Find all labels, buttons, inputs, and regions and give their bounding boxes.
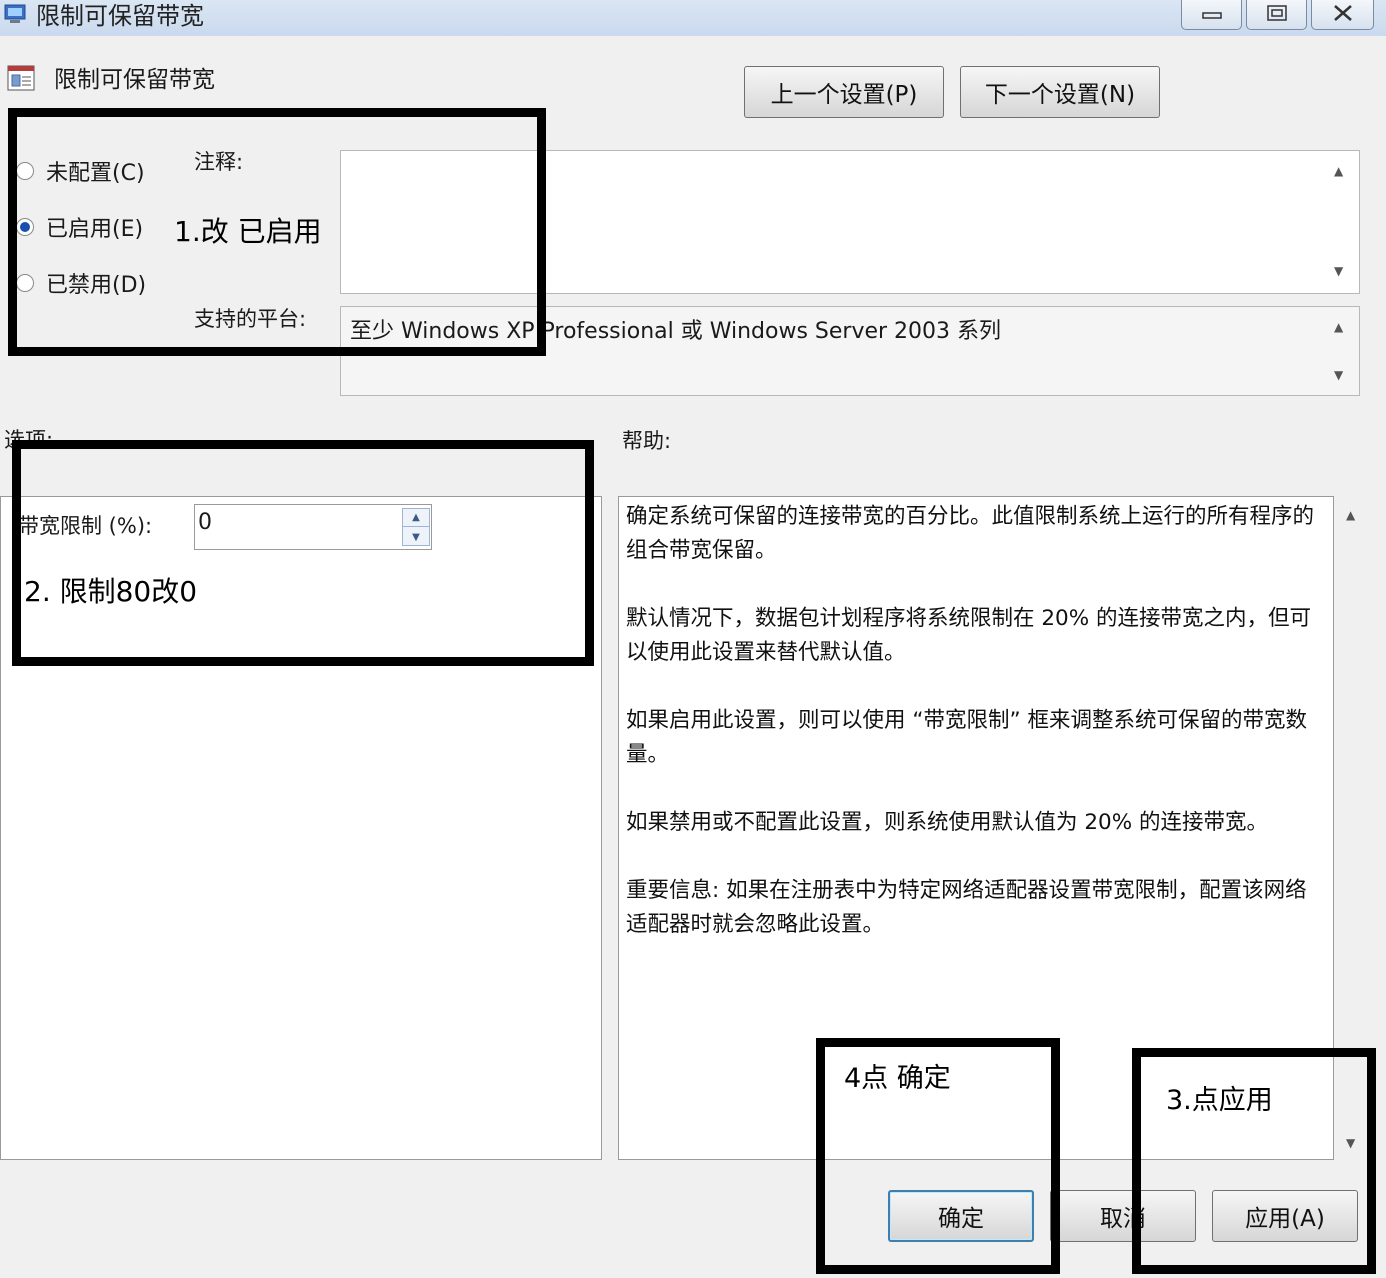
- app-icon: [2, 2, 28, 26]
- platform-scroll-down-icon[interactable]: ▼: [1334, 368, 1343, 382]
- annotation-text-step1: 1.改 已启用: [174, 215, 322, 248]
- minimize-icon: [1201, 5, 1222, 24]
- close-button[interactable]: [1311, 0, 1374, 30]
- next-setting-button[interactable]: 下一个设置(N): [960, 66, 1160, 118]
- annotation-box-step2: [12, 440, 594, 666]
- help-paragraph: 确定系统可保留的连接带宽的百分比。此值限制系统上运行的所有程序的组合带宽保留。: [626, 504, 1315, 563]
- annotation-text-step4: 4点 确定: [844, 1063, 951, 1094]
- close-icon: [1332, 4, 1354, 26]
- comment-scroll-down-icon[interactable]: ▼: [1334, 264, 1343, 278]
- maximize-icon: [1266, 4, 1287, 25]
- maximize-button[interactable]: [1246, 0, 1307, 30]
- comment-scroll-up-icon[interactable]: ▲: [1334, 164, 1343, 178]
- help-paragraph: 如果启用此设置，则可以使用 “带宽限制” 框来调整系统可保留的带宽数量。: [626, 708, 1307, 767]
- previous-setting-button[interactable]: 上一个设置(P): [744, 66, 944, 118]
- minimize-button[interactable]: [1181, 0, 1242, 30]
- help-scroll-up-icon[interactable]: ▲: [1346, 508, 1355, 522]
- title-bar: [0, 0, 1386, 36]
- policy-title: 限制可保留带宽: [54, 67, 215, 93]
- help-paragraph: 重要信息: 如果在注册表中为特定网络适配器设置带宽限制，配置该网络适配器时就会忽…: [626, 878, 1307, 937]
- platform-scroll-up-icon[interactable]: ▲: [1334, 320, 1343, 334]
- annotation-text-step2: 2. 限制80改0: [24, 575, 198, 608]
- help-paragraph: 默认情况下，数据包计划程序将系统限制在 20% 的连接带宽之内，但可以使用此设置…: [626, 606, 1311, 665]
- help-label: 帮助:: [622, 429, 672, 453]
- policy-setting-icon: [6, 62, 38, 94]
- help-text: 确定系统可保留的连接带宽的百分比。此值限制系统上运行的所有程序的组合带宽保留。 …: [626, 500, 1326, 976]
- window-title: 限制可保留带宽: [36, 2, 204, 30]
- annotation-text-step3: 3.点应用: [1166, 1085, 1273, 1116]
- help-paragraph: 如果禁用或不配置此设置，则系统使用默认值为 20% 的连接带宽。: [626, 810, 1268, 835]
